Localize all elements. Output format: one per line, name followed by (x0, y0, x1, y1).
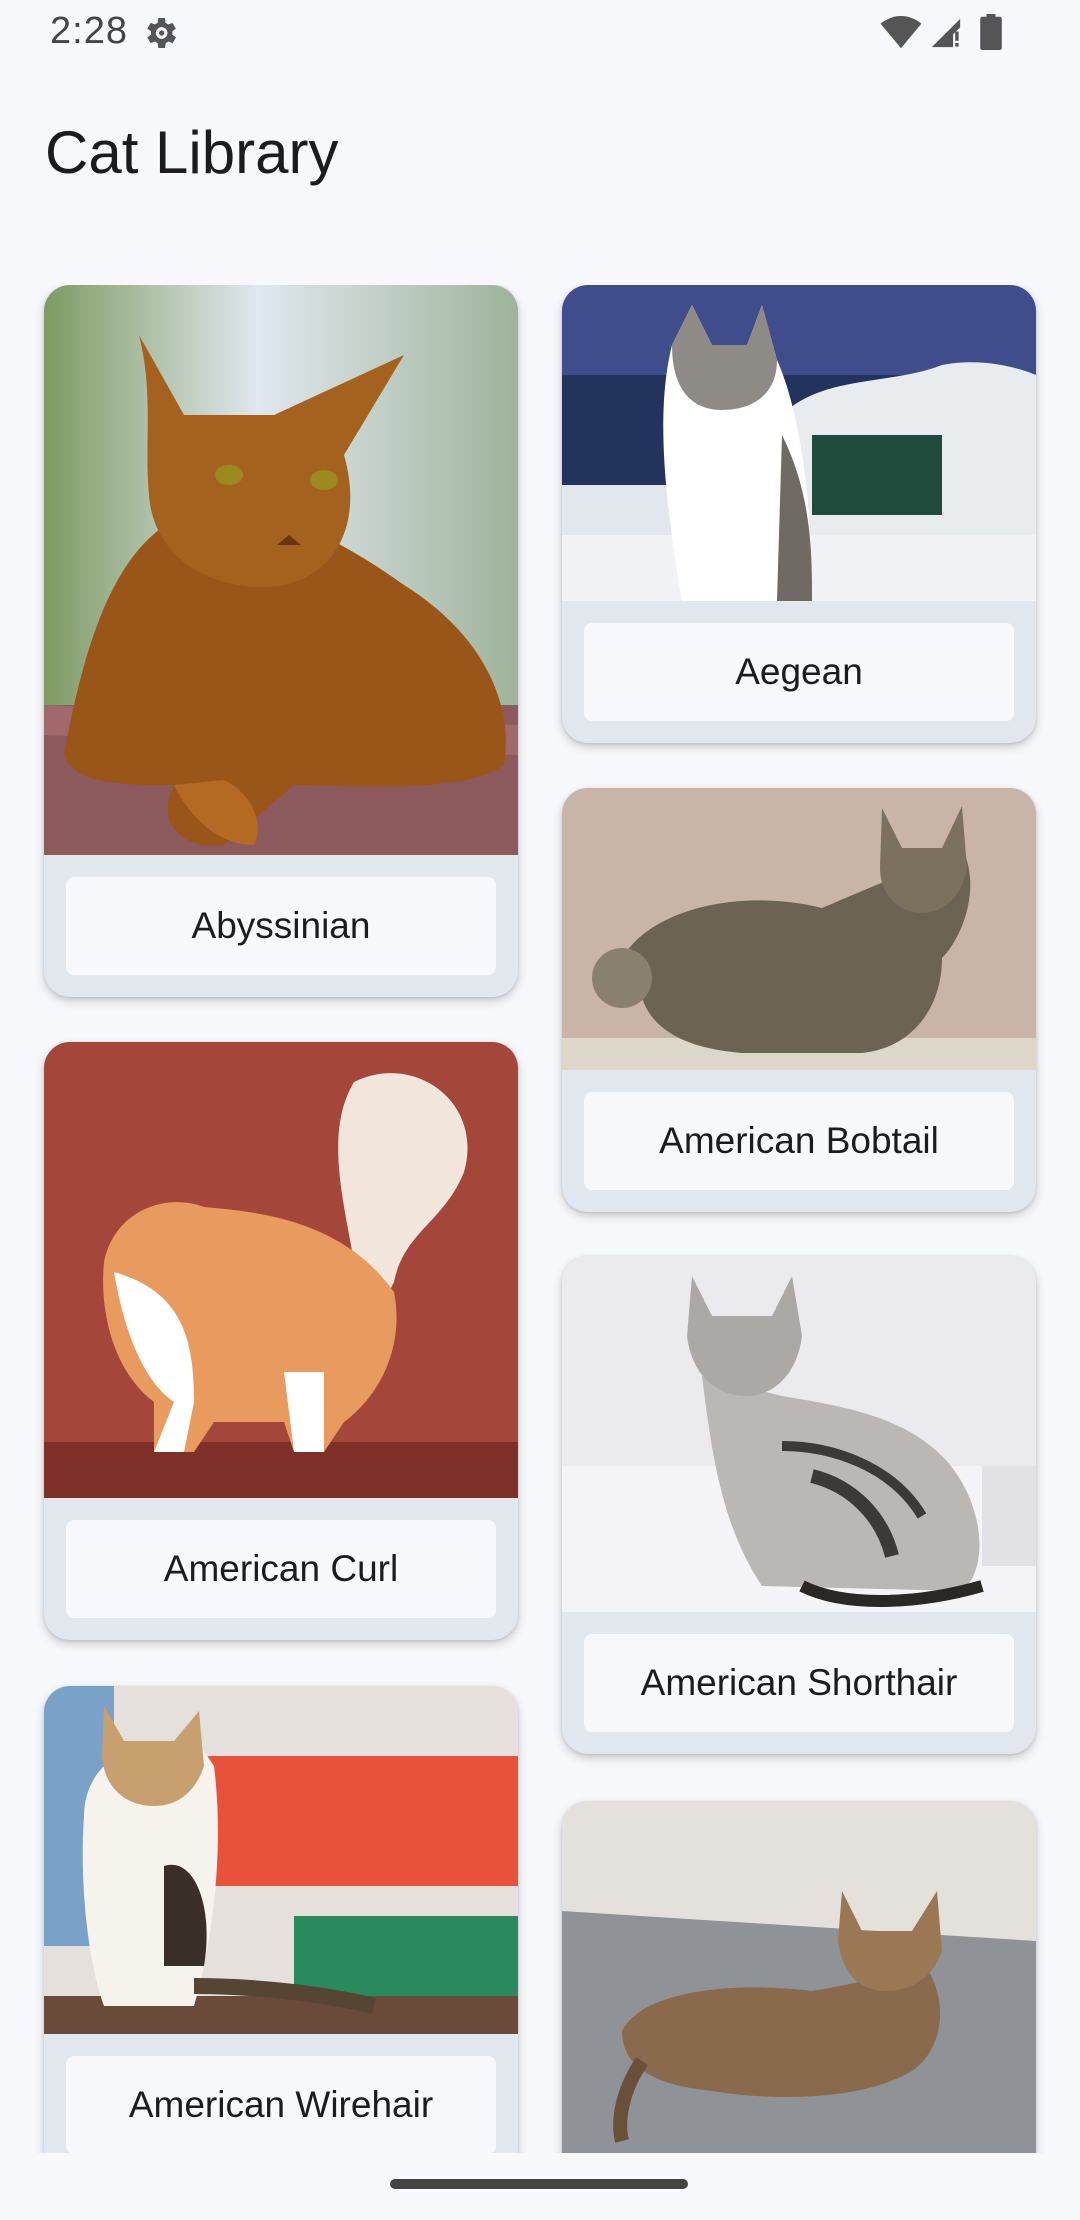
cat-card-american-wirehair[interactable]: American Wirehair (44, 1686, 518, 2153)
cat-name-label: American Bobtail (584, 1092, 1014, 1190)
cat-photo-partially-visible (562, 1801, 1036, 2153)
cat-card-american-bobtail[interactable]: American Bobtail (562, 788, 1036, 1212)
cat-card-aegean[interactable]: Aegean (562, 285, 1036, 743)
battery-icon (980, 14, 1002, 50)
page-title: Cat Library (45, 119, 339, 186)
gesture-nav-handle[interactable] (390, 2179, 688, 2189)
status-bar: 2:28 (0, 0, 1080, 66)
status-time: 2:28 (50, 10, 128, 52)
cat-name-label: American Curl (66, 1520, 496, 1618)
cell-signal-icon (931, 18, 961, 48)
wifi-icon (880, 16, 922, 49)
settings-gear-icon (147, 18, 176, 48)
american-wirehair-cat-photo (44, 1686, 518, 2034)
american-curl-cat-photo (44, 1042, 518, 1498)
cat-card-american-shorthair[interactable]: American Shorthair (562, 1256, 1036, 1754)
cat-card-abyssinian[interactable]: Abyssinian (44, 285, 518, 997)
abyssinian-cat-photo (44, 285, 518, 855)
cat-card-partial[interactable] (562, 1801, 1036, 2153)
cat-name-label: Abyssinian (66, 877, 496, 975)
cat-name-label: American Shorthair (584, 1634, 1014, 1732)
cat-name-label: American Wirehair (66, 2056, 496, 2153)
aegean-cat-photo (562, 285, 1036, 601)
american-bobtail-cat-photo (562, 788, 1036, 1070)
cat-card-american-curl[interactable]: American Curl (44, 1042, 518, 1640)
american-shorthair-cat-photo (562, 1256, 1036, 1612)
cat-grid[interactable]: Abyssinian Aegean American Bobtail Ameri… (0, 285, 1080, 2153)
cat-name-label: Aegean (584, 623, 1014, 721)
